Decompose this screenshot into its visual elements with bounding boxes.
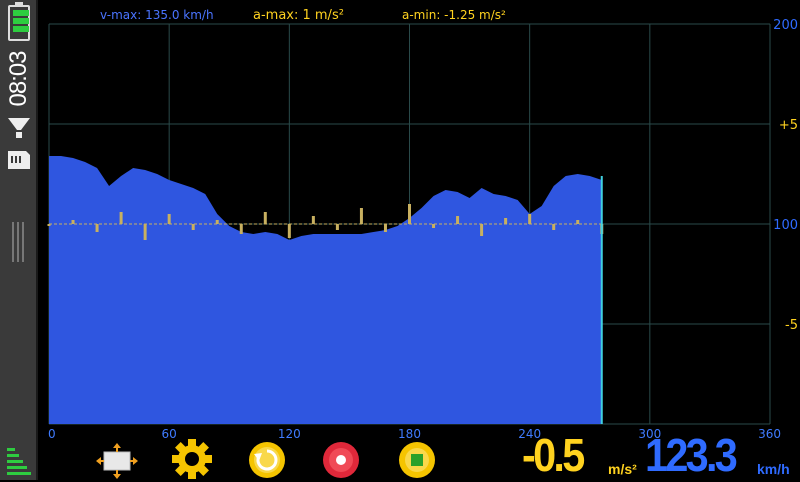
accel-bar [383,224,387,232]
accel-bar [71,220,75,224]
speed-area [49,156,602,424]
settings-button[interactable] [171,438,213,480]
speed-value: 123.3 [645,429,738,481]
accel-bar [95,224,99,232]
accel-bar [263,212,267,224]
accel-bar [311,216,315,224]
amin-label: a-min: -1.25 m/s² [402,8,506,22]
stop-button[interactable] [398,441,436,479]
accel-bar [576,220,580,224]
accel-bar [408,204,411,224]
record-icon [323,442,359,478]
acceleration-unit: m/s² [608,461,637,477]
accel-bar [143,224,147,240]
x-tick-label: 0 [48,427,56,441]
move-button[interactable] [96,443,138,479]
chart-series [47,156,604,424]
x-tick-label: 120 [278,427,301,441]
y-axis-labels: 200 +5 100 -5 [773,18,798,333]
x-tick-label: 180 [398,427,421,441]
y-tick-label: 200 [773,18,798,33]
accel-bar [456,216,460,224]
accel-bar [239,224,243,234]
accel-bar [528,214,532,224]
amax-label: a-max: 1 m/s² [253,8,344,23]
accel-bar [335,224,339,230]
accel-bar [215,220,219,224]
x-tick-label: 360 [758,427,781,441]
y-tick-label: +5 [779,118,798,133]
accel-bar [552,224,556,230]
accel-bar [359,208,363,224]
move-icon [96,443,138,479]
accel-bar [167,214,171,224]
y-tick-label: -5 [785,318,798,333]
accel-bar [480,224,484,236]
record-button[interactable] [322,441,360,479]
accel-bar [119,212,123,224]
accel-bar [504,218,508,224]
stop-icon [399,442,435,478]
vmax-label: v-max: 135.0 km/h [100,8,214,22]
speed-acceleration-chart: 200+5100-5 0 60 120 180 240 300 360 [47,18,798,441]
reset-icon [249,442,285,478]
gear-icon [172,439,212,479]
accel-bar [432,224,436,228]
acceleration-value: -0.5 [522,429,585,481]
accel-bar [191,224,195,230]
reset-button[interactable] [248,441,286,479]
accel-bar [287,224,291,238]
speed-unit: km/h [757,461,790,477]
y-tick-label: 100 [773,218,798,233]
